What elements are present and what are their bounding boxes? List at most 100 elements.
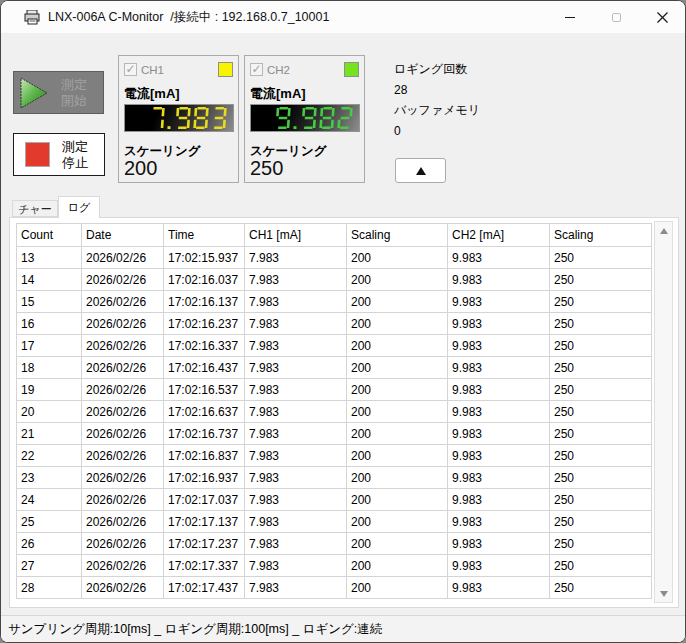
- table-cell[interactable]: 9.983: [448, 577, 550, 599]
- table-cell[interactable]: 24: [17, 489, 82, 511]
- table-cell[interactable]: 21: [17, 423, 82, 445]
- table-cell[interactable]: 200: [347, 247, 448, 269]
- table-cell[interactable]: 250: [550, 247, 652, 269]
- table-cell[interactable]: 17:02:17.437: [164, 577, 245, 599]
- table-cell[interactable]: 250: [550, 335, 652, 357]
- table-cell[interactable]: 2026/02/26: [82, 423, 164, 445]
- table-cell[interactable]: 2026/02/26: [82, 379, 164, 401]
- table-cell[interactable]: 7.983: [245, 291, 347, 313]
- table-cell[interactable]: 9.983: [448, 247, 550, 269]
- table-cell[interactable]: 9.983: [448, 357, 550, 379]
- table-cell[interactable]: 9.983: [448, 335, 550, 357]
- table-cell[interactable]: 17:02:16.637: [164, 401, 245, 423]
- table-cell[interactable]: 200: [347, 577, 448, 599]
- table-cell[interactable]: 17:02:16.037: [164, 269, 245, 291]
- table-cell[interactable]: 200: [347, 401, 448, 423]
- tab-chart[interactable]: チャート: [12, 200, 58, 217]
- table-cell[interactable]: 250: [550, 489, 652, 511]
- table-cell[interactable]: 17:02:16.437: [164, 357, 245, 379]
- column-header[interactable]: CH1 [mA]: [245, 224, 347, 247]
- table-cell[interactable]: 16: [17, 313, 82, 335]
- table-cell[interactable]: 200: [347, 423, 448, 445]
- table-cell[interactable]: 17:02:16.337: [164, 335, 245, 357]
- table-vertical-scrollbar[interactable]: [654, 221, 673, 603]
- table-cell[interactable]: 2026/02/26: [82, 357, 164, 379]
- table-cell[interactable]: 15: [17, 291, 82, 313]
- table-cell[interactable]: 17:02:17.137: [164, 511, 245, 533]
- column-header[interactable]: Scaling: [550, 224, 652, 247]
- table-cell[interactable]: 7.983: [245, 489, 347, 511]
- table-cell[interactable]: 250: [550, 577, 652, 599]
- table-cell[interactable]: 22: [17, 445, 82, 467]
- table-cell[interactable]: 27: [17, 555, 82, 577]
- collapse-panel-button[interactable]: [395, 158, 446, 183]
- table-cell[interactable]: 17:02:17.337: [164, 555, 245, 577]
- table-cell[interactable]: 25: [17, 511, 82, 533]
- table-cell[interactable]: 2026/02/26: [82, 489, 164, 511]
- table-cell[interactable]: 250: [550, 401, 652, 423]
- table-cell[interactable]: 7.983: [245, 401, 347, 423]
- stop-measure-button[interactable]: 測定停止: [13, 133, 105, 176]
- table-cell[interactable]: 9.983: [448, 489, 550, 511]
- column-header[interactable]: Date: [82, 224, 164, 247]
- table-cell[interactable]: 9.983: [448, 401, 550, 423]
- table-cell[interactable]: 200: [347, 313, 448, 335]
- close-button[interactable]: [639, 1, 685, 33]
- table-cell[interactable]: 9.983: [448, 291, 550, 313]
- table-cell[interactable]: 2026/02/26: [82, 467, 164, 489]
- table-cell[interactable]: 2026/02/26: [82, 269, 164, 291]
- table-cell[interactable]: 2026/02/26: [82, 335, 164, 357]
- table-cell[interactable]: 9.983: [448, 445, 550, 467]
- table-cell[interactable]: 7.983: [245, 555, 347, 577]
- tab-log[interactable]: ログ: [58, 196, 100, 218]
- scroll-up-button[interactable]: [655, 222, 672, 239]
- table-cell[interactable]: 9.983: [448, 269, 550, 291]
- table-cell[interactable]: 2026/02/26: [82, 291, 164, 313]
- column-header[interactable]: Count: [17, 224, 82, 247]
- table-cell[interactable]: 200: [347, 291, 448, 313]
- scroll-down-button[interactable]: [655, 585, 672, 602]
- table-cell[interactable]: 2026/02/26: [82, 313, 164, 335]
- table-cell[interactable]: 26: [17, 533, 82, 555]
- table-cell[interactable]: 13: [17, 247, 82, 269]
- table-cell[interactable]: 2026/02/26: [82, 577, 164, 599]
- table-cell[interactable]: 2026/02/26: [82, 533, 164, 555]
- table-cell[interactable]: 20: [17, 401, 82, 423]
- table-cell[interactable]: 23: [17, 467, 82, 489]
- table-cell[interactable]: 17:02:17.037: [164, 489, 245, 511]
- table-cell[interactable]: 250: [550, 291, 652, 313]
- table-cell[interactable]: 200: [347, 379, 448, 401]
- table-cell[interactable]: 250: [550, 269, 652, 291]
- table-cell[interactable]: 250: [550, 467, 652, 489]
- table-cell[interactable]: 200: [347, 511, 448, 533]
- table-cell[interactable]: 19: [17, 379, 82, 401]
- table-cell[interactable]: 28: [17, 577, 82, 599]
- table-cell[interactable]: 7.983: [245, 269, 347, 291]
- table-cell[interactable]: 18: [17, 357, 82, 379]
- table-cell[interactable]: 250: [550, 555, 652, 577]
- table-cell[interactable]: 250: [550, 423, 652, 445]
- table-cell[interactable]: 2026/02/26: [82, 247, 164, 269]
- table-cell[interactable]: 9.983: [448, 379, 550, 401]
- column-header[interactable]: CH2 [mA]: [448, 224, 550, 247]
- table-cell[interactable]: 7.983: [245, 577, 347, 599]
- table-cell[interactable]: 7.983: [245, 511, 347, 533]
- table-cell[interactable]: 200: [347, 489, 448, 511]
- table-cell[interactable]: 7.983: [245, 335, 347, 357]
- table-cell[interactable]: 9.983: [448, 423, 550, 445]
- table-cell[interactable]: 200: [347, 445, 448, 467]
- table-cell[interactable]: 2026/02/26: [82, 445, 164, 467]
- table-cell[interactable]: 200: [347, 533, 448, 555]
- table-cell[interactable]: 7.983: [245, 357, 347, 379]
- table-cell[interactable]: 200: [347, 335, 448, 357]
- table-cell[interactable]: 250: [550, 533, 652, 555]
- table-cell[interactable]: 9.983: [448, 467, 550, 489]
- table-cell[interactable]: 200: [347, 467, 448, 489]
- table-cell[interactable]: 17:02:16.737: [164, 423, 245, 445]
- table-cell[interactable]: 7.983: [245, 313, 347, 335]
- column-header[interactable]: Time: [164, 224, 245, 247]
- column-header[interactable]: Scaling: [347, 224, 448, 247]
- table-cell[interactable]: 9.983: [448, 511, 550, 533]
- minimize-button[interactable]: [547, 1, 593, 33]
- table-cell[interactable]: 7.983: [245, 379, 347, 401]
